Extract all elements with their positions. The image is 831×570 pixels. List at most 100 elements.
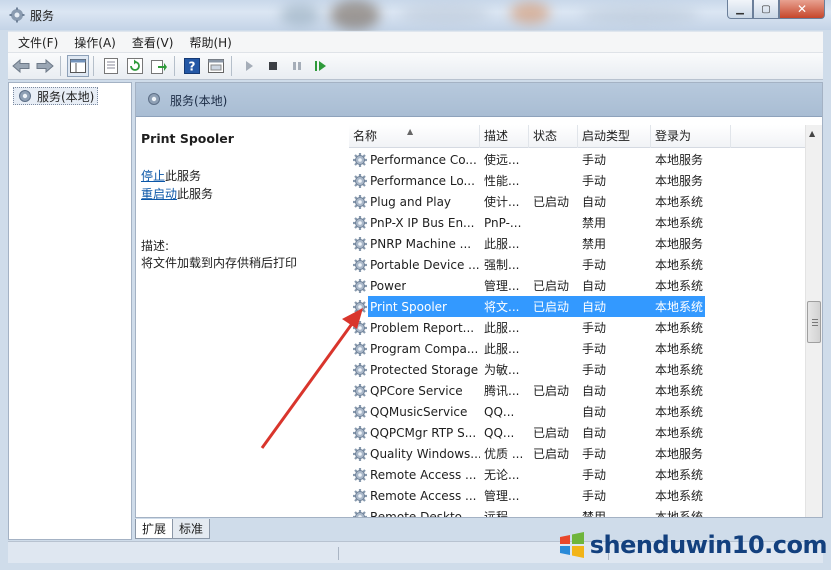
back-button[interactable] (10, 55, 32, 77)
service-gear-icon (353, 257, 367, 272)
service-description: 远程... (484, 510, 520, 518)
watermark-text: shenduwin10.com (589, 531, 828, 559)
forward-arrow-icon (36, 59, 54, 73)
service-log-on-as: 本地系统 (655, 216, 704, 230)
stop-service-button[interactable] (262, 55, 284, 77)
restart-service-button[interactable] (310, 55, 332, 77)
service-startup-type: 手动 (582, 489, 607, 503)
services-gear-icon (148, 93, 160, 105)
service-log-on-as: 本地服务 (655, 153, 704, 167)
forward-button[interactable] (34, 55, 56, 77)
help-icon: ? (184, 58, 200, 74)
service-row[interactable]: Remote Deskto... 远程... 禁用 本地系统 (349, 506, 806, 518)
service-row[interactable]: Performance Lo... 性能... 手动 本地服务 (349, 170, 806, 191)
service-row[interactable]: Plug and Play 使计... 已启动 自动 本地系统 (349, 191, 806, 212)
title-bar[interactable]: 服务 ▁ ▢ ✕ (0, 0, 831, 30)
minimize-button[interactable]: ▁ (727, 0, 753, 19)
service-rows: Performance Co... 使远... 手动 本地服务 Performance … (349, 149, 806, 518)
service-row[interactable]: Performance Co... 使远... 手动 本地服务 (349, 149, 806, 170)
service-log-on-as: 本地服务 (655, 174, 704, 188)
service-row[interactable]: PNRP Machine ... 此服... 禁用 本地服务 (349, 233, 806, 254)
service-row[interactable]: Power 管理... 已启动 自动 本地系统 (349, 275, 806, 296)
show-console-tree-button[interactable] (67, 55, 89, 77)
column-header-startup-type[interactable]: 启动类型 (578, 125, 651, 148)
tree-item-label: 服务(本地) (37, 89, 95, 104)
sort-ascending-icon: ▲ (407, 127, 414, 136)
menu-action[interactable]: 操作(A) (74, 34, 116, 51)
refresh-icon (127, 58, 143, 74)
service-row[interactable]: Remote Access ... 管理... 手动 本地系统 (349, 485, 806, 506)
vertical-scrollbar[interactable]: ▲ (805, 125, 822, 517)
service-startup-type: 手动 (582, 321, 607, 335)
service-log-on-as: 本地系统 (655, 384, 704, 398)
red-annotation-arrow (260, 308, 363, 449)
stop-icon (269, 62, 277, 70)
service-log-on-as: 本地系统 (655, 195, 704, 209)
service-log-on-as: 本地系统 (655, 300, 704, 314)
console-tree: 服务(本地) (8, 82, 132, 540)
maximize-button[interactable]: ▢ (753, 0, 779, 19)
service-row[interactable]: Quality Windows... 优质 ... 已启动 手动 本地服务 (349, 443, 806, 464)
pause-icon (293, 62, 301, 70)
services-list[interactable]: ▲ 名称 描述 状态 启动类型 登录为 Performance Co... 使远.… (349, 125, 806, 518)
service-status: 已启动 (533, 426, 570, 440)
column-header-name[interactable]: ▲ 名称 (349, 125, 480, 148)
service-description: 性能... (484, 174, 520, 188)
tree-item-services-local[interactable]: 服务(本地) (13, 87, 99, 105)
service-row[interactable]: QQPCMgr RTP S... QQ... 已启动 自动 本地系统 (349, 422, 806, 443)
scrollbar-thumb[interactable] (807, 301, 821, 343)
description-label: 描述: (141, 239, 170, 253)
service-row[interactable]: Program Compa... 此服... 手动 本地系统 (349, 338, 806, 359)
stop-suffix: 此服务 (165, 169, 202, 183)
service-startup-type: 自动 (582, 279, 607, 293)
service-name: Power (370, 278, 407, 293)
service-row[interactable]: QQMusicService QQ... 自动 本地系统 (349, 401, 806, 422)
pause-service-button[interactable] (286, 55, 308, 77)
services-gear-icon (19, 90, 31, 102)
column-header-log-on-as[interactable]: 登录为 (651, 125, 731, 148)
column-header-status[interactable]: 状态 (529, 125, 578, 148)
refresh-button[interactable] (124, 55, 146, 77)
menu-file[interactable]: 文件(F) (18, 34, 58, 51)
service-status: 已启动 (533, 195, 570, 209)
service-startup-type: 手动 (582, 363, 607, 377)
service-startup-type: 手动 (582, 342, 607, 356)
service-startup-type: 手动 (582, 468, 607, 482)
service-row[interactable]: Remote Access ... 无论... 手动 本地系统 (349, 464, 806, 485)
service-description: 腾讯... (484, 384, 520, 398)
service-log-on-as: 本地系统 (655, 363, 704, 377)
stop-service-link[interactable]: 停止 (141, 169, 165, 183)
service-log-on-as: 本地系统 (655, 279, 704, 293)
tab-extended[interactable]: 扩展 (135, 519, 174, 539)
export-list-button[interactable] (148, 55, 170, 77)
service-row[interactable]: Problem Report... 此服... 手动 本地系统 (349, 317, 806, 338)
play-icon (246, 61, 253, 71)
restart-service-link[interactable]: 重启动 (141, 187, 177, 201)
menu-help[interactable]: 帮助(H) (189, 34, 231, 51)
start-service-button[interactable] (238, 55, 260, 77)
service-name: Problem Report... (370, 320, 475, 335)
service-startup-type: 自动 (582, 384, 607, 398)
service-description: 管理... (484, 489, 520, 503)
service-row[interactable]: QPCore Service 腾讯... 已启动 自动 本地系统 (349, 380, 806, 401)
service-name: Portable Device ... (370, 257, 480, 272)
service-row[interactable]: Protected Storage 为敏... 手动 本地系统 (349, 359, 806, 380)
properties-button[interactable] (100, 55, 122, 77)
view-button[interactable] (205, 55, 227, 77)
service-row[interactable]: Print Spooler 将文... 已启动 自动 本地系统 (349, 296, 806, 317)
service-name: Plug and Play (370, 194, 452, 209)
service-name: QPCore Service (370, 383, 463, 398)
service-log-on-as: 本地系统 (655, 510, 704, 518)
service-gear-icon (353, 467, 367, 482)
menu-view[interactable]: 查看(V) (132, 34, 174, 51)
scroll-up-arrow-icon[interactable]: ▲ (809, 129, 815, 138)
service-startup-type: 自动 (582, 300, 607, 314)
service-description: 优质 ... (484, 447, 524, 461)
close-button[interactable]: ✕ (779, 0, 825, 19)
column-header-description[interactable]: 描述 (480, 125, 529, 148)
service-status: 已启动 (533, 447, 570, 461)
service-row[interactable]: Portable Device ... 强制... 手动 本地系统 (349, 254, 806, 275)
service-row[interactable]: PnP-X IP Bus En... PnP-... 禁用 本地系统 (349, 212, 806, 233)
tab-standard[interactable]: 标准 (172, 519, 211, 539)
help-button[interactable]: ? (181, 55, 203, 77)
